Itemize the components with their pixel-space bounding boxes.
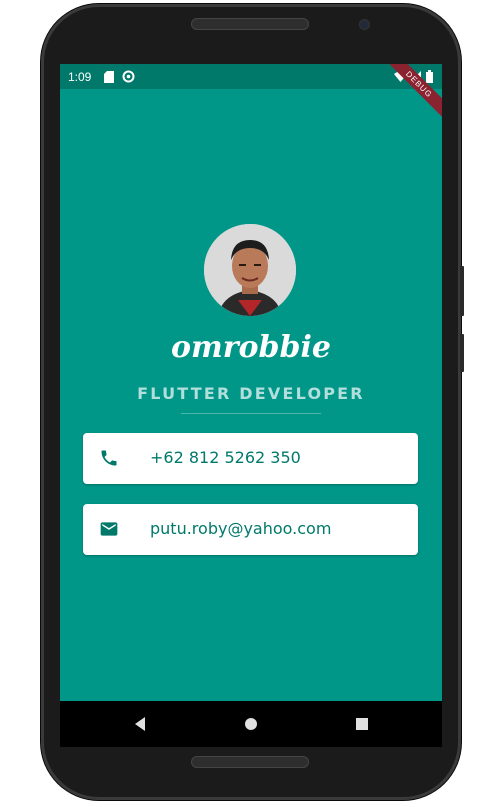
phone-number: +62 812 5262 350 xyxy=(150,448,301,467)
navigation-bar xyxy=(60,701,442,747)
back-icon[interactable] xyxy=(130,713,152,735)
power-button xyxy=(460,334,464,372)
data-saver-icon xyxy=(122,70,135,86)
phone-frame: 1:09 DEBUG omrobbie FLUTTER DEVELOPER +6… xyxy=(41,4,464,800)
debug-banner: DEBUG xyxy=(382,64,442,121)
recents-icon[interactable] xyxy=(351,713,373,735)
app-screen: 1:09 DEBUG omrobbie FLUTTER DEVELOPER +6… xyxy=(60,64,442,701)
email-address: putu.roby@yahoo.com xyxy=(150,519,332,538)
top-speaker xyxy=(191,18,309,30)
avatar xyxy=(204,224,296,316)
profile-name: omrobbie xyxy=(170,330,331,365)
front-camera xyxy=(360,20,369,29)
sd-card-icon xyxy=(104,71,114,86)
volume-button xyxy=(460,266,464,316)
phone-card[interactable]: +62 812 5262 350 xyxy=(83,433,418,484)
phone-icon xyxy=(99,448,119,468)
divider xyxy=(181,413,321,414)
status-bar: 1:09 DEBUG xyxy=(60,64,442,121)
profile-role: FLUTTER DEVELOPER xyxy=(137,384,365,403)
email-icon xyxy=(99,519,119,539)
email-card[interactable]: putu.roby@yahoo.com xyxy=(83,504,418,555)
status-time: 1:09 xyxy=(68,70,92,84)
bottom-speaker xyxy=(191,756,309,768)
home-icon[interactable] xyxy=(240,713,262,735)
